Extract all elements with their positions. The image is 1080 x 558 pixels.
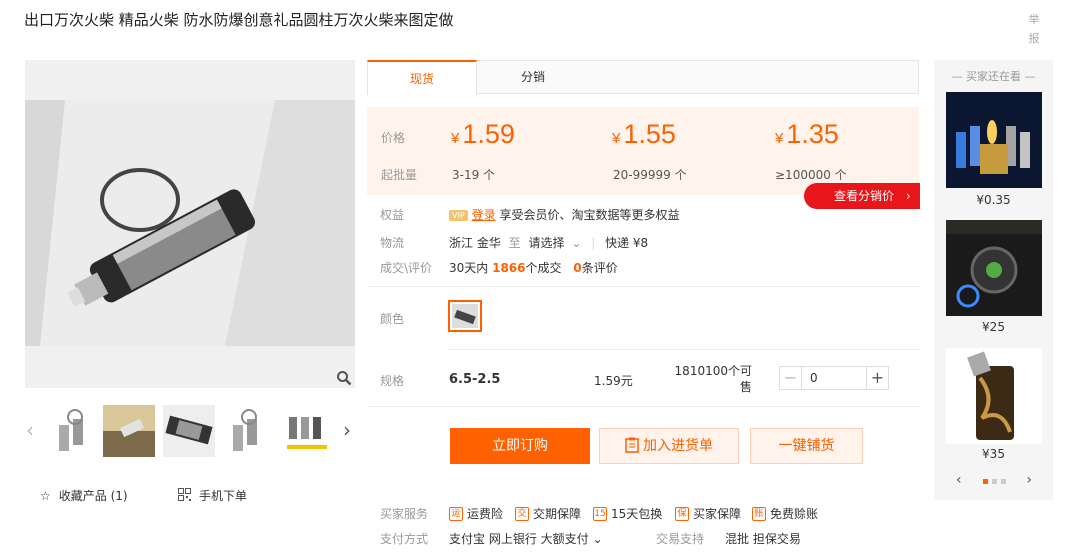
favorite-button[interactable]: ☆ 收藏产品 (1) — [40, 487, 128, 504]
recommend-item-image[interactable] — [946, 92, 1042, 188]
price-label: 价格 — [381, 131, 406, 145]
payment-label: 支付方式 — [380, 532, 429, 546]
deals-row: 30天内 1866个成交 0条评价 — [449, 259, 618, 276]
thumbnail[interactable] — [281, 405, 333, 457]
spec-price: 1.59元 — [594, 374, 633, 388]
chevron-right-icon[interactable]: › — [1026, 472, 1032, 488]
recommend-price: ¥0.35 — [976, 193, 1011, 207]
see-distribution-price-button[interactable]: 查看分销价 › — [804, 183, 920, 209]
ship-from: 浙江 金华 — [449, 236, 501, 250]
mobile-order-button[interactable]: 手机下单 — [178, 487, 247, 504]
divider: | — [591, 236, 596, 250]
thumbnail[interactable] — [163, 405, 215, 457]
trade-support-label: 交易支持 — [656, 532, 705, 546]
thumbnail[interactable] — [103, 405, 155, 457]
decrease-button[interactable]: − — [780, 367, 802, 389]
benefits-text: 享受会员价、淘宝数据等更多权益 — [499, 208, 680, 222]
add-to-cart-label: 加入进货单 — [643, 438, 713, 454]
thumbnail-strip — [25, 403, 355, 459]
vip-badge: VIP — [449, 210, 468, 221]
benefits-label: 权益 — [380, 208, 405, 222]
destination-select[interactable]: 请选择 — [529, 236, 565, 250]
tab-distribution[interactable]: 分销 — [478, 60, 588, 94]
zoom-icon[interactable] — [336, 370, 352, 386]
price-panel: 价格 起批量 ¥1.59 ¥1.55 ¥1.35 3-19 个 20-99999… — [367, 107, 919, 195]
tier-qty: 3-19 个 — [452, 168, 496, 182]
pager-dots — [981, 472, 1008, 488]
report-link[interactable]: 举报 — [1028, 10, 1040, 48]
service-item[interactable]: 运运费险 — [449, 505, 503, 522]
logistics-label: 物流 — [380, 236, 405, 250]
trade-support-values: 混批 担保交易 — [725, 532, 801, 546]
divider — [367, 286, 919, 287]
recommend-price: ¥35 — [982, 447, 1005, 461]
min-qty-label: 起批量 — [381, 168, 418, 182]
service-item[interactable]: 15 15天包换 — [593, 505, 662, 522]
deals-label: 成交\评价 — [380, 261, 433, 275]
deals-prefix: 30天内 — [449, 261, 489, 275]
service-item[interactable]: 保买家保障 — [675, 505, 741, 522]
login-link[interactable]: 登录 — [472, 208, 496, 222]
sidebar-heading: — 买家还在看 — — [951, 70, 1036, 83]
color-swatch[interactable] — [448, 300, 482, 332]
product-title: 出口万次火柴 精品火柴 防水防爆创意礼品圆柱万次火柴来图定做 — [24, 11, 454, 29]
quantity-stepper: − + — [779, 366, 889, 390]
tab-in-stock[interactable]: 现货 — [367, 60, 477, 95]
service-item[interactable]: 交交期保障 — [515, 505, 581, 522]
reviews-suffix: 条评价 — [581, 261, 618, 275]
freight-insurance-icon: 运 — [449, 506, 463, 521]
deals-count-suffix: 个成交 — [525, 261, 562, 275]
clipboard-icon — [625, 432, 639, 466]
services-label: 买家服务 — [380, 507, 429, 521]
to-word: 至 — [508, 236, 521, 250]
one-click-distribute-button[interactable]: 一键铺货 — [750, 428, 863, 464]
fifteen-day-exchange-icon: 15 — [593, 506, 607, 521]
payment-methods: 支付宝 网上银行 大额支付 ⌄ — [449, 532, 603, 546]
service-item[interactable]: 账免费赊账 — [752, 505, 818, 522]
tier-price: ¥1.55 — [612, 119, 676, 149]
tier-price: ¥1.35 — [775, 119, 839, 149]
chevron-down-icon[interactable]: ⌄ — [593, 532, 603, 546]
tier-qty: ≥100000 个 — [775, 168, 847, 182]
recommend-item-image[interactable] — [946, 348, 1042, 444]
recommend-price: ¥25 — [982, 320, 1005, 334]
qr-code-icon — [178, 487, 191, 504]
thumbnail[interactable] — [221, 405, 273, 457]
credit-icon: 账 — [752, 506, 766, 521]
color-label: 颜色 — [380, 312, 405, 326]
increase-button[interactable]: + — [866, 367, 888, 389]
logistics-row: 浙江 金华 至 请选择 ⌄ | 快递 ¥8 — [449, 234, 648, 251]
benefits-row: VIP 登录 享受会员价、淘宝数据等更多权益 — [449, 206, 680, 223]
spec-label: 规格 — [380, 374, 405, 388]
stock-tabs: 现货 分销 — [367, 60, 919, 95]
add-to-cart-button[interactable]: 加入进货单 — [599, 428, 739, 464]
mobile-order-label: 手机下单 — [199, 489, 248, 503]
deals-count[interactable]: 1866 — [492, 261, 525, 275]
divider — [449, 349, 919, 350]
main-product-image[interactable] — [25, 100, 355, 346]
lighter-photo — [25, 100, 355, 346]
tier-price: ¥1.59 — [451, 119, 515, 149]
recommend-item-image[interactable] — [946, 220, 1042, 316]
thumb-next-icon[interactable]: › — [343, 418, 351, 442]
thumbnail[interactable] — [45, 405, 97, 457]
divider — [367, 406, 919, 407]
express-fee: 快递 ¥8 — [605, 236, 649, 250]
spec-stock: 1810100个可 售 — [674, 364, 752, 394]
buyer-protection-icon: 保 — [675, 506, 689, 521]
quantity-input[interactable] — [802, 367, 866, 389]
star-icon: ☆ — [40, 488, 51, 503]
delivery-guarantee-icon: 交 — [515, 506, 529, 521]
spec-name: 6.5-2.5 — [449, 372, 501, 387]
chevron-left-icon[interactable]: ‹ — [956, 472, 962, 488]
chevron-down-icon[interactable]: ⌄ — [571, 236, 581, 250]
sidebar-pager: ‹ › — [956, 472, 1032, 488]
tier-qty: 20-99999 个 — [613, 168, 687, 182]
order-now-button[interactable]: 立即订购 — [450, 428, 590, 464]
favorite-label: 收藏产品 (1) — [58, 489, 128, 503]
reviews-count[interactable]: 0 — [573, 261, 581, 275]
